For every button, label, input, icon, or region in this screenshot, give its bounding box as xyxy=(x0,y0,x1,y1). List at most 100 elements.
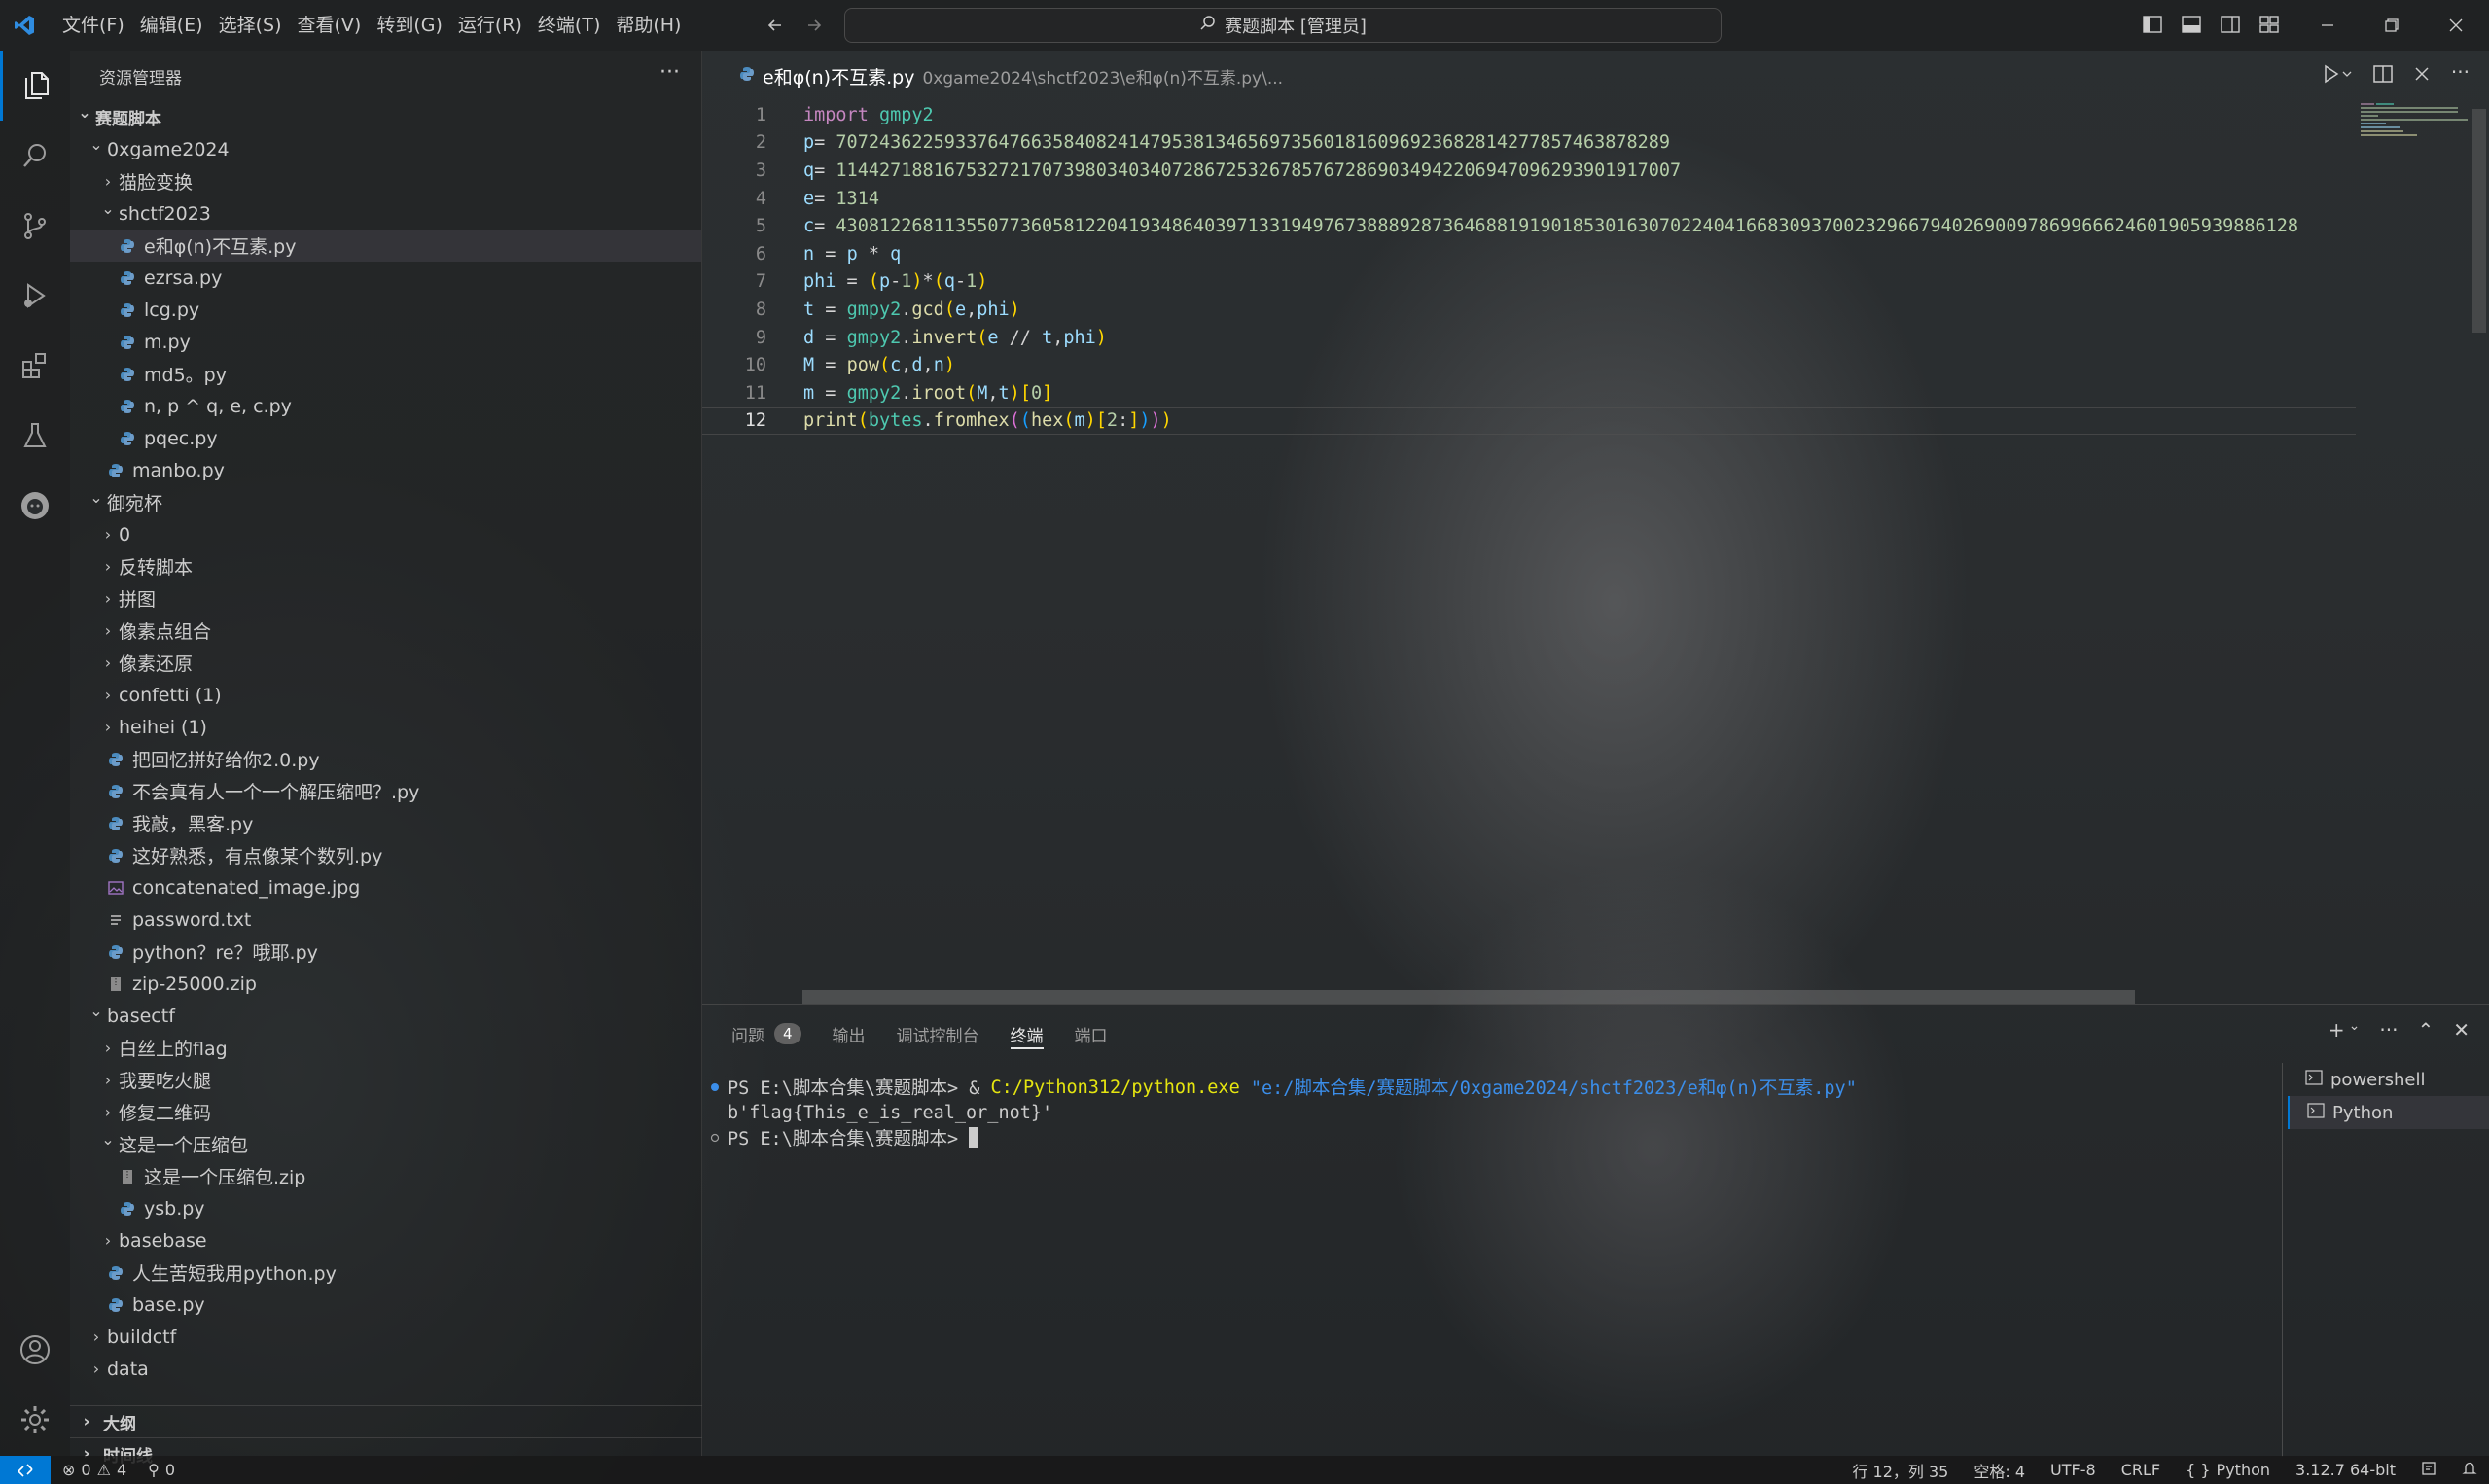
account-icon[interactable] xyxy=(0,1315,70,1385)
tree-file[interactable]: manbo.py xyxy=(70,454,701,486)
remote-indicator-icon[interactable] xyxy=(0,1456,51,1484)
command-pending-dot-icon[interactable] xyxy=(702,1133,728,1143)
minimize-icon[interactable] xyxy=(2295,0,2360,51)
tree-folder[interactable]: › confetti (1) xyxy=(70,679,701,711)
tree-folder[interactable]: › 0 xyxy=(70,518,701,550)
indentation[interactable]: 空格: 4 xyxy=(1973,1459,2025,1482)
tree-file[interactable]: base.py xyxy=(70,1289,701,1321)
copilot-icon[interactable] xyxy=(2421,1461,2436,1480)
more-panel-actions-icon[interactable]: ··· xyxy=(2379,1018,2398,1042)
tree-folder[interactable]: ⌄ 赛题脚本 xyxy=(70,101,701,133)
close-panel-icon[interactable]: ✕ xyxy=(2453,1018,2470,1042)
tree-folder[interactable]: ⌄ 御宛杯 xyxy=(70,486,701,518)
tree-file[interactable]: e和φ(n)不互素.py xyxy=(70,230,701,262)
menu-item[interactable]: 查看(V) xyxy=(290,0,370,51)
toggle-panel-icon[interactable] xyxy=(2179,12,2204,37)
remote-explorer-icon[interactable] xyxy=(0,471,70,541)
tree-file[interactable]: 人生苦短我用python.py xyxy=(70,1256,701,1289)
command-success-dot-icon[interactable] xyxy=(702,1082,728,1092)
menu-item[interactable]: 选择(S) xyxy=(211,0,290,51)
tree-file[interactable]: ysb.py xyxy=(70,1192,701,1224)
tree-file[interactable]: 不会真有人一个一个解压缩吧？.py xyxy=(70,775,701,807)
settings-gear-icon[interactable] xyxy=(0,1385,70,1455)
outline-section[interactable]: › 大纲 xyxy=(70,1405,702,1437)
tree-file[interactable]: 这是一个压缩包.zip xyxy=(70,1160,701,1192)
tree-file[interactable]: md5。py xyxy=(70,358,701,390)
tab-terminal[interactable]: 终端 xyxy=(1010,1005,1044,1063)
tree-folder[interactable]: › 反转脚本 xyxy=(70,550,701,583)
more-actions-icon[interactable]: ··· xyxy=(659,60,680,85)
tree-file[interactable]: concatenated_image.jpg xyxy=(70,871,701,903)
tree-folder[interactable]: ⌄ basectf xyxy=(70,1000,701,1032)
cursor-position[interactable]: 行 12，列 35 xyxy=(1852,1459,1948,1482)
menu-item[interactable]: 帮助(H) xyxy=(608,0,689,51)
tab-debug-console[interactable]: 调试控制台 xyxy=(897,1005,979,1063)
tree-file[interactable]: python？re？哦耶.py xyxy=(70,936,701,968)
tree-folder[interactable]: › 猫脸变换 xyxy=(70,165,701,197)
tree-file[interactable]: ezrsa.py xyxy=(70,262,701,294)
ports-status[interactable]: ⚲ 0 xyxy=(148,1461,175,1479)
close-window-icon[interactable] xyxy=(2424,0,2488,51)
encoding[interactable]: UTF-8 xyxy=(2050,1461,2096,1479)
end-of-line[interactable]: CRLF xyxy=(2121,1461,2160,1479)
tree-folder[interactable]: › 拼图 xyxy=(70,583,701,615)
tree-folder[interactable]: ⌄ shctf2023 xyxy=(70,197,701,230)
tree-folder[interactable]: › buildctf xyxy=(70,1321,701,1353)
notifications-bell-icon[interactable] xyxy=(2462,1461,2477,1480)
split-editor-icon[interactable] xyxy=(2373,64,2393,88)
more-editor-actions-icon[interactable]: ··· xyxy=(2451,62,2470,88)
close-tab-icon[interactable] xyxy=(2414,64,2430,88)
search-icon[interactable] xyxy=(0,121,70,191)
toggle-primary-sidebar-icon[interactable] xyxy=(2140,12,2165,37)
tab-ports[interactable]: 端口 xyxy=(1075,1005,1108,1063)
tree-folder[interactable]: › 像素点组合 xyxy=(70,615,701,647)
terminal-instance-powershell[interactable]: powershell xyxy=(2288,1063,2489,1096)
minimap[interactable] xyxy=(2361,101,2468,218)
tree-file[interactable]: n, p ^ q, e, c.py xyxy=(70,390,701,422)
menu-item[interactable]: 运行(R) xyxy=(450,0,530,51)
tree-file[interactable]: m.py xyxy=(70,326,701,358)
testing-flask-icon[interactable] xyxy=(0,401,70,471)
terminal-output[interactable]: PS E:\脚本合集\赛题脚本> & C:/Python312/python.e… xyxy=(702,1075,2278,1150)
menu-item[interactable]: 转到(G) xyxy=(369,0,450,51)
tree-folder[interactable]: ⌄ 0xgame2024 xyxy=(70,133,701,165)
tree-file[interactable]: zip-25000.zip xyxy=(70,968,701,1000)
editor-horizontal-scrollbar[interactable] xyxy=(802,990,2135,1004)
toggle-secondary-sidebar-icon[interactable] xyxy=(2218,12,2243,37)
restore-icon[interactable] xyxy=(2360,0,2424,51)
command-center-search[interactable]: 赛题脚本 [管理员] xyxy=(844,8,1722,43)
tree-folder[interactable]: › 白丝上的flag xyxy=(70,1032,701,1064)
maximize-panel-icon[interactable]: ⌃ xyxy=(2417,1018,2434,1042)
tab-output[interactable]: 输出 xyxy=(833,1005,866,1063)
problems-status[interactable]: ⊗ 0 ⚠ 4 xyxy=(62,1461,126,1479)
editor-vertical-scrollbar[interactable] xyxy=(2472,109,2486,333)
terminal-instance-python[interactable]: Python xyxy=(2288,1096,2489,1129)
python-interpreter[interactable]: 3.12.7 64-bit xyxy=(2295,1461,2396,1479)
language-mode[interactable]: { } Python xyxy=(2186,1461,2270,1479)
tree-folder[interactable]: › 我要吃火腿 xyxy=(70,1064,701,1096)
forward-arrow-icon[interactable] xyxy=(800,12,828,39)
explorer-icon[interactable] xyxy=(0,51,70,121)
tree-file[interactable]: pqec.py xyxy=(70,422,701,454)
back-arrow-icon[interactable] xyxy=(762,12,789,39)
run-debug-icon[interactable] xyxy=(0,261,70,331)
editor-tab-active[interactable]: e和φ(n)不互素.py 0xgame2024\shctf2023\e和φ(n)… xyxy=(702,51,1283,101)
tree-folder[interactable]: › 修复二维码 xyxy=(70,1096,701,1128)
tree-folder[interactable]: › basebase xyxy=(70,1224,701,1256)
new-terminal-icon[interactable]: + xyxy=(2329,1018,2345,1042)
run-python-file-icon[interactable] xyxy=(2323,64,2352,88)
tree-folder[interactable]: ⌄ 这是一个压缩包 xyxy=(70,1128,701,1160)
tree-file[interactable]: 把回忆拼好给你2.0.py xyxy=(70,743,701,775)
tree-folder[interactable]: › heihei (1) xyxy=(70,711,701,743)
tree-file[interactable]: password.txt xyxy=(70,903,701,936)
terminal-dropdown-chevron-icon[interactable]: ⌄ xyxy=(2349,1018,2361,1042)
source-control-icon[interactable] xyxy=(0,191,70,261)
tree-file[interactable]: 这好熟悉，有点像某个数列.py xyxy=(70,839,701,871)
menu-item[interactable]: 终端(T) xyxy=(530,0,608,51)
tree-folder[interactable]: › 像素还原 xyxy=(70,647,701,679)
code-editor[interactable]: 1 import gmpy2 2 p= 70724362259337647663584… xyxy=(702,101,2356,436)
tree-folder[interactable]: › data xyxy=(70,1353,701,1385)
customize-layout-icon[interactable] xyxy=(2257,12,2282,37)
menu-item[interactable]: 文件(F) xyxy=(54,0,132,51)
menu-item[interactable]: 编辑(E) xyxy=(132,0,211,51)
